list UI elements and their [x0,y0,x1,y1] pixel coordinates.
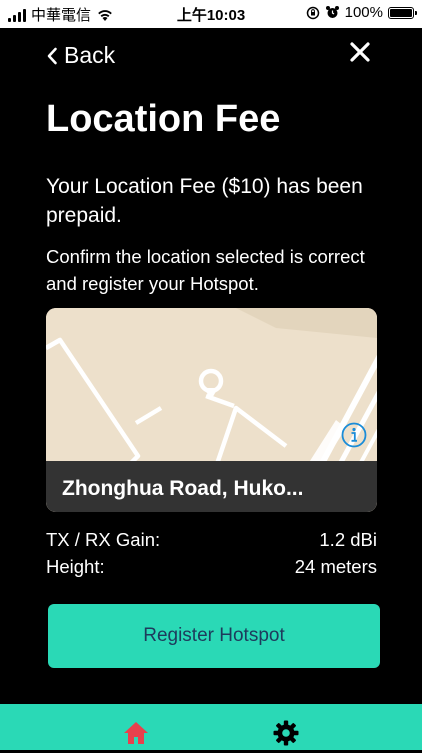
orientation-lock-icon [306,6,319,19]
chevron-left-icon [47,47,57,64]
prepaid-message: Your Location Fee ($10) has been prepaid… [46,175,363,227]
status-right: 100% [306,4,417,21]
map-address: Zhonghua Road, Huko... [46,461,377,512]
confirm-instruction: Confirm the location selected is correct… [46,246,365,294]
battery-icon [388,6,417,19]
map-info-button[interactable] [341,422,367,448]
page-title: Location Fee [46,98,281,140]
height-value: 24 meters [294,556,377,577]
gain-value: 1.2 dBi [319,529,377,550]
back-button[interactable]: Back [46,42,115,69]
tab-home[interactable] [121,718,151,748]
register-hotspot-button[interactable]: Register Hotspot [48,604,380,668]
bottom-tab-bar [0,704,422,750]
spec-row-gain: TX / RX Gain: 1.2 dBi [46,529,377,551]
status-bar: 中華電信 上午10:03 100% [0,0,422,28]
close-icon [350,42,370,62]
height-label: Height: [46,556,105,577]
location-map[interactable]: Zhonghua Road, Huko... [46,308,377,512]
close-button[interactable] [348,40,372,64]
home-icon [124,722,148,744]
battery-percent: 100% [344,4,383,21]
back-label: Back [64,42,116,68]
info-icon [341,422,367,448]
gain-label: TX / RX Gain: [46,529,161,550]
tab-settings[interactable] [271,718,301,748]
gear-icon [273,720,299,746]
spec-row-height: Height: 24 meters [46,556,377,578]
alarm-icon [325,6,339,18]
